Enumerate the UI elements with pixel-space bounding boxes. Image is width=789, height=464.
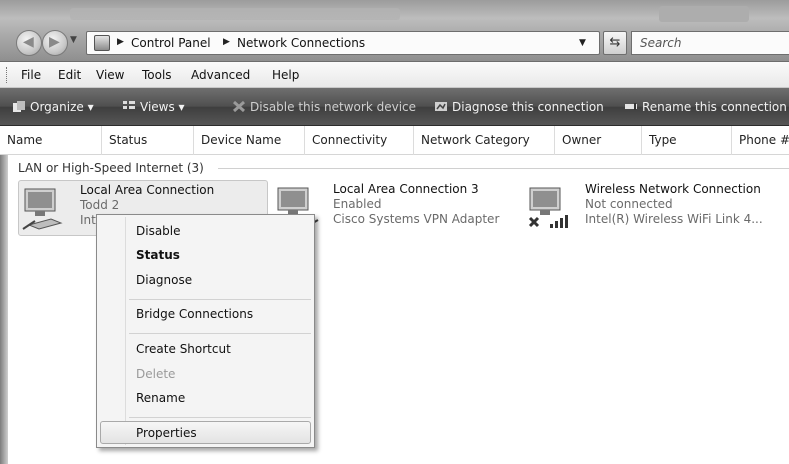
connection-device: Intel(R) Wireless WiFi Link 4... [585,212,763,226]
context-menu: Disable Status Diagnose Bridge Connectio… [96,214,315,448]
forward-button[interactable]: ▶ [42,30,68,56]
menu-item-properties[interactable]: Properties [136,426,197,440]
menu-separator [129,333,311,334]
views-button[interactable]: Views ▾ [140,100,185,114]
wireless-adapter-icon [528,187,568,228]
command-bar: Organize ▾ Views ▾ Disable this network … [0,88,789,126]
column-device-name[interactable]: Device Name [194,126,305,155]
menu-item-diagnose[interactable]: Diagnose [136,273,192,287]
refresh-button[interactable]: ⇆ [603,31,627,55]
connection-status: Todd 2 [80,198,120,212]
menu-item-delete: Delete [136,367,176,381]
window-titlebar: ◀ ▶ ▼ ▶ Control Panel ▶ Network Connecti… [0,0,789,62]
organize-icon [13,101,25,112]
connection-name: Local Area Connection [80,183,215,197]
network-adapter-icon [22,188,63,230]
menu-advanced[interactable]: Advanced [191,68,250,82]
column-owner[interactable]: Owner [555,126,642,155]
column-status[interactable]: Status [102,126,194,155]
menu-tools[interactable]: Tools [142,68,172,82]
breadcrumb-separator-icon[interactable]: ▶ [223,37,230,47]
control-panel-icon [94,35,110,51]
connection-name: Wireless Network Connection [585,182,761,196]
forward-arrow-icon: ▶ [49,34,60,50]
rename-icon [625,103,637,110]
menu-separator [129,417,311,418]
recent-pages-dropdown-icon[interactable]: ▼ [70,35,77,45]
disable-x-icon [232,100,246,113]
column-phone[interactable]: Phone # [732,126,789,155]
column-name[interactable]: Name [0,126,102,155]
rename-connection-button[interactable]: Rename this connection [642,100,787,114]
menu-item-rename[interactable]: Rename [136,391,185,405]
menu-item-bridge-connections[interactable]: Bridge Connections [136,307,253,321]
breadcrumb-network-connections[interactable]: Network Connections [237,36,365,50]
connection-device: Cisco Systems VPN Adapter [333,212,500,226]
diagnose-icon [435,102,447,111]
menubar-grip [6,67,9,83]
disable-device-button[interactable]: Disable this network device [250,100,416,114]
connection-name: Local Area Connection 3 [333,182,479,196]
connection-tile-wireless[interactable]: Wireless Network Connection Not connecte… [524,180,786,236]
menu-item-status[interactable]: Status [136,248,180,262]
column-header-row: Name Status Device Name Connectivity Net… [0,126,789,155]
column-network-category[interactable]: Network Category [414,126,555,155]
views-icon [123,101,135,109]
breadcrumb-separator-icon[interactable]: ▶ [117,37,124,47]
search-placeholder: Search [640,36,682,50]
breadcrumb-control-panel[interactable]: Control Panel [131,36,211,50]
window-title-area [70,8,400,20]
organize-button[interactable]: Organize ▾ [30,100,94,114]
group-divider [218,168,789,169]
window-controls[interactable] [659,6,749,22]
menu-edit[interactable]: Edit [58,68,81,82]
group-header[interactable]: LAN or High-Speed Internet (3) [18,161,204,175]
window-left-edge [0,155,8,464]
context-menu-hover-highlight [100,421,311,444]
address-bar[interactable]: ▶ Control Panel ▶ Network Connections ▼ [86,31,600,55]
menu-bar: File Edit View Tools Advanced Help [0,62,789,88]
menu-separator [129,299,311,300]
address-dropdown-icon[interactable]: ▼ [579,38,586,48]
diagnose-connection-button[interactable]: Diagnose this connection [452,100,604,114]
menu-view[interactable]: View [96,68,124,82]
column-connectivity[interactable]: Connectivity [305,126,414,155]
connection-device: Int [80,213,96,227]
menu-item-create-shortcut[interactable]: Create Shortcut [136,342,231,356]
menu-help[interactable]: Help [272,68,299,82]
column-type[interactable]: Type [642,126,732,155]
connection-status: Not connected [585,197,673,211]
back-button[interactable]: ◀ [16,30,42,56]
search-input[interactable]: Search [631,31,789,55]
back-arrow-icon: ◀ [23,34,34,50]
menu-file[interactable]: File [21,68,41,82]
context-menu-gutter [125,217,126,445]
menu-item-disable[interactable]: Disable [136,224,181,238]
connection-status: Enabled [333,197,382,211]
